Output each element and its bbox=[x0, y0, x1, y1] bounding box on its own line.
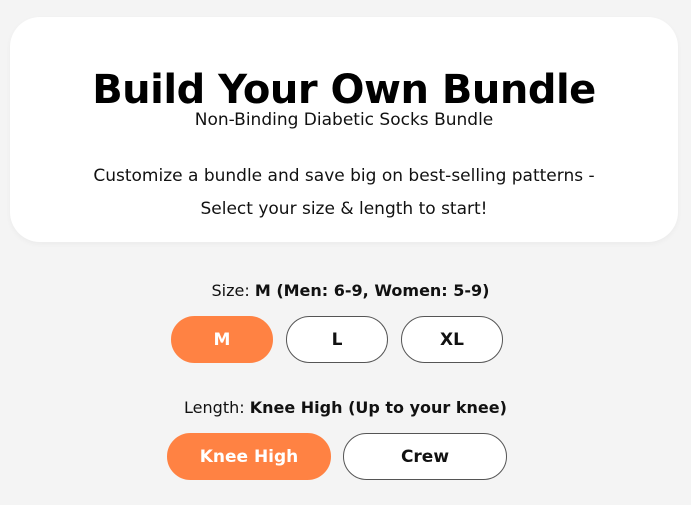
length-label: Length: Knee High (Up to your knee) bbox=[0, 398, 691, 417]
size-option-xl[interactable]: XL bbox=[401, 316, 503, 363]
size-option-l[interactable]: L bbox=[286, 316, 388, 363]
page-description: Customize a bundle and save big on best-… bbox=[50, 160, 638, 226]
length-option-crew[interactable]: Crew bbox=[343, 433, 507, 480]
description-line-1: Customize a bundle and save big on best-… bbox=[93, 166, 595, 186]
size-label: Size: M (Men: 6-9, Women: 5-9) bbox=[0, 281, 691, 300]
length-selected-text: Knee High (Up to your knee) bbox=[249, 398, 507, 417]
page-title: Build Your Own Bundle bbox=[92, 67, 596, 113]
size-selected-text: M (Men: 6-9, Women: 5-9) bbox=[254, 281, 490, 300]
bundle-header-card: Build Your Own Bundle Non-Binding Diabet… bbox=[10, 17, 678, 242]
page-subtitle: Non-Binding Diabetic Socks Bundle bbox=[194, 110, 494, 130]
size-option-m[interactable]: M bbox=[171, 316, 273, 363]
length-label-prefix: Length: bbox=[184, 398, 245, 417]
size-label-prefix: Size: bbox=[211, 281, 250, 300]
length-option-knee-high[interactable]: Knee High bbox=[167, 433, 331, 480]
description-line-2: Select your size & length to start! bbox=[200, 199, 488, 219]
